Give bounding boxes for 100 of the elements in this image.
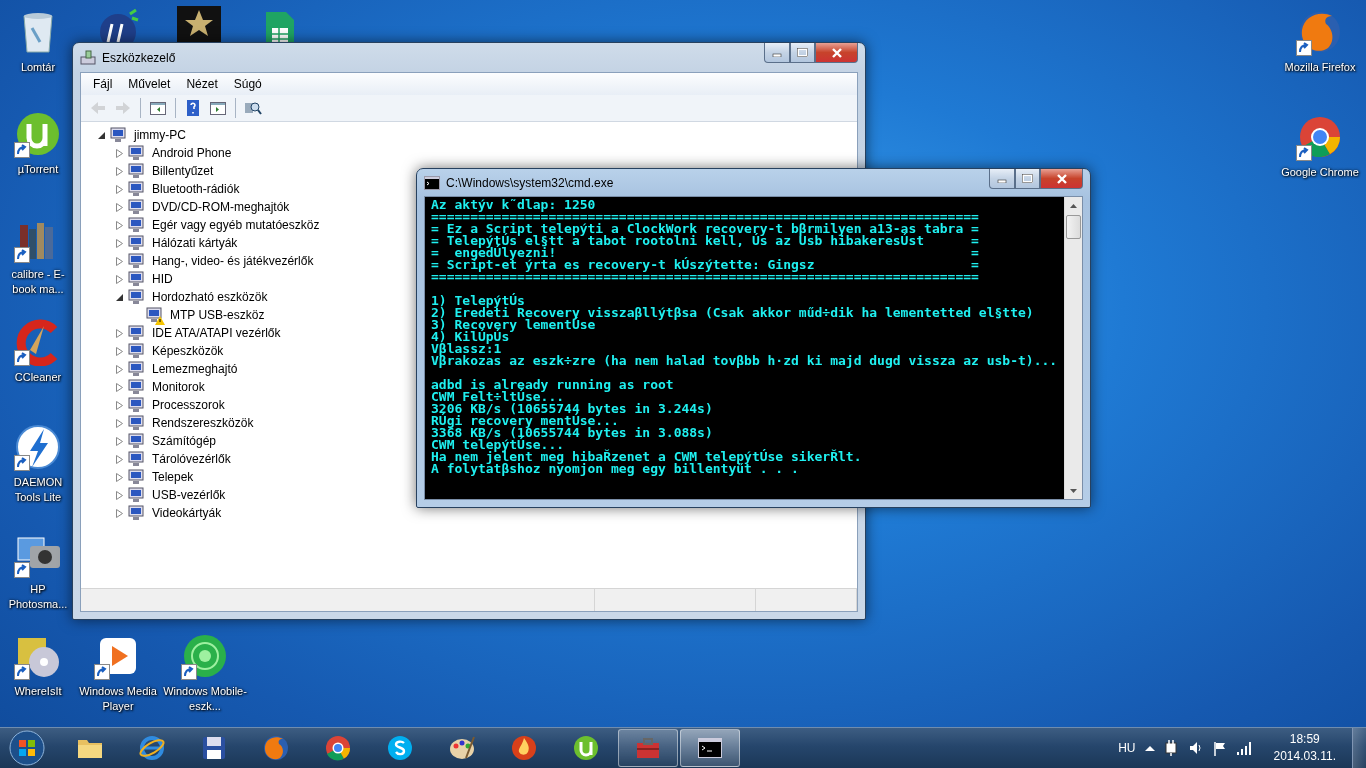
console-line: = TelepýtÚs el§tt a tabot rootolni kell, Ús az Usb hibakeresÚst =: [431, 235, 980, 247]
console-line: Vβrakozas az eszk÷zre (ha nem halad tovβbb h·zd ki majd dugd vissza az usb-t)...: [431, 355, 1059, 367]
palette-icon: [448, 734, 476, 762]
maximize-button[interactable]: [790, 43, 815, 63]
letter-e-globe-icon: [138, 734, 166, 762]
forward-icon: [114, 99, 132, 117]
desktop-icon-label[interactable]: calibre - E-book ma...: [5, 267, 71, 297]
console-line: Ha nem jelent meg hibaŘzenet a CWM telepýtÚse sikerŘlt.: [431, 451, 863, 463]
flag-icon[interactable]: [1213, 740, 1228, 756]
console-line: CWM telepýtÚse...: [431, 439, 565, 451]
desktop-icon-label[interactable]: DAEMON Tools Lite: [5, 475, 71, 505]
scroll-down-icon[interactable]: [1070, 488, 1077, 493]
device-icon: [145, 307, 163, 323]
tree-item[interactable]: Lemezmeghajtó: [150, 362, 240, 376]
close-icon: [1055, 173, 1068, 184]
console-line: ======================================================================: [431, 271, 980, 283]
maximize-icon: [797, 48, 808, 57]
console-line: Vβlassz:1: [431, 343, 502, 355]
desktop-icon-label[interactable]: µTorrent: [17, 162, 59, 177]
console-line: 1) TelepýtÚs: [431, 295, 526, 307]
desktop-icon-label[interactable]: CCleaner: [14, 370, 62, 385]
tree-item[interactable]: Számítógép: [150, 434, 219, 448]
tree-item[interactable]: Billentyűzet: [150, 164, 216, 178]
power-icon[interactable]: [1165, 740, 1180, 756]
desktop-icon-label[interactable]: Google Chrome: [1281, 165, 1359, 180]
desktop-icon-label[interactable]: WhereIsIt: [14, 684, 62, 699]
torrent-icon: [572, 734, 600, 762]
tree-item[interactable]: Bluetooth-rádiók: [150, 182, 242, 196]
scroll-thumb[interactable]: [1066, 215, 1081, 239]
tree-item[interactable]: IDE ATA/ATAPI vezérlők: [150, 326, 283, 340]
window-title: C:\Windows\system32\cmd.exe: [446, 175, 614, 190]
desktop-icon-label[interactable]: Mozilla Firefox: [1284, 60, 1356, 75]
tree-item[interactable]: USB-vezérlők: [150, 488, 228, 502]
help-icon: [184, 99, 202, 117]
console-line: ======================================================================: [431, 211, 980, 223]
signal-icon[interactable]: [1237, 741, 1254, 755]
pane-icon: [209, 99, 227, 117]
speech-cloud-icon: [386, 734, 414, 762]
computer-icon: [80, 49, 96, 66]
tree-item[interactable]: Telepek: [150, 470, 196, 484]
close-button[interactable]: [1040, 169, 1083, 189]
console-line: CWM Felt÷ltÚse...: [431, 391, 565, 403]
taskbar-button[interactable]: [680, 729, 740, 767]
globe-icon: [262, 734, 290, 762]
tree-item[interactable]: Videokártyák: [150, 506, 224, 520]
console-line: adbd is already running as root: [431, 379, 675, 391]
torrent-icon: [14, 110, 62, 158]
maximize-button[interactable]: [1015, 169, 1040, 189]
tree-item[interactable]: Hang-, video- és játékvezérlők: [150, 254, 316, 268]
console-line: 3) Recovery lementÚse: [431, 319, 596, 331]
tree-item[interactable]: Tárolóvezérlők: [150, 452, 233, 466]
tree-item[interactable]: Rendszereszközök: [150, 416, 256, 430]
tree-item[interactable]: jimmy-PC: [132, 128, 188, 142]
minimize-button[interactable]: [764, 43, 790, 63]
menu-item[interactable]: Nézet: [178, 74, 226, 94]
console-line: = Script-et ýrta es recovery-t kÚszýtette: Gingsz =: [431, 259, 980, 271]
minimize-button[interactable]: [989, 169, 1015, 189]
menu-item[interactable]: Súgó: [225, 74, 270, 94]
scrollbar[interactable]: [1064, 197, 1082, 499]
clock-time[interactable]: 18:59: [1289, 731, 1320, 748]
floppy-icon: [200, 734, 228, 762]
console-icon: [424, 175, 440, 190]
tree-item[interactable]: Képeszközök: [150, 344, 226, 358]
volume-icon[interactable]: [1189, 741, 1204, 755]
tree-item[interactable]: Monitorok: [150, 380, 207, 394]
tree-item[interactable]: MTP USB-eszköz: [168, 308, 267, 322]
flame-icon: [510, 734, 538, 762]
pane-icon: [149, 99, 167, 117]
language-indicator[interactable]: HU: [1118, 741, 1136, 755]
tree-item[interactable]: DVD/CD-ROM-meghajtók: [150, 200, 292, 214]
desktop-icon-label[interactable]: Windows Mobile-eszk...: [161, 684, 249, 714]
tree-item[interactable]: Egér vagy egyéb mutatóeszköz: [150, 218, 322, 232]
console-line: 4) KilÚpÚs: [431, 331, 510, 343]
close-button[interactable]: [815, 43, 858, 63]
desktop-icon-label[interactable]: Lomtár: [20, 60, 56, 75]
tree-item[interactable]: Android Phone: [150, 146, 234, 160]
clock-date[interactable]: 2014.03.11.: [1273, 748, 1336, 765]
show-hidden-icons-icon[interactable]: [1145, 744, 1156, 752]
window-title: Eszközkezelő: [102, 50, 176, 65]
desktop-icon-label[interactable]: Windows Media Player: [74, 684, 162, 714]
close-icon: [830, 47, 843, 58]
tree-item[interactable]: Processzorok: [150, 398, 227, 412]
menu-item[interactable]: Művelet: [120, 74, 179, 94]
console-line: 3368 KB/s (10655744 bytes in 3.088s): [431, 427, 714, 439]
console-line: A folytatβshoz nyomjon meg egy billentyűt . . .: [431, 463, 800, 475]
expander-icon[interactable]: [97, 131, 105, 139]
scroll-up-icon[interactable]: [1070, 203, 1077, 208]
console-line: RÚgi recovery mentÚse...: [431, 415, 619, 427]
sphere-icon: [181, 632, 229, 680]
maximize-icon: [1022, 174, 1033, 183]
start-orb-icon: [8, 729, 46, 767]
console-line: Az aktýv k˜dlap: 1250: [431, 199, 597, 211]
tree-item[interactable]: Hálózati kártyák: [150, 236, 240, 250]
menu-item[interactable]: Fájl: [85, 74, 121, 94]
ring-icon: [324, 734, 352, 762]
tree-item[interactable]: Hordozható eszközök: [150, 290, 270, 304]
expander-icon[interactable]: [115, 293, 123, 301]
desktop-icon-label[interactable]: HP Photosma...: [5, 582, 71, 612]
tree-item[interactable]: HID: [150, 272, 175, 286]
show-desktop-button[interactable]: [1352, 728, 1366, 768]
